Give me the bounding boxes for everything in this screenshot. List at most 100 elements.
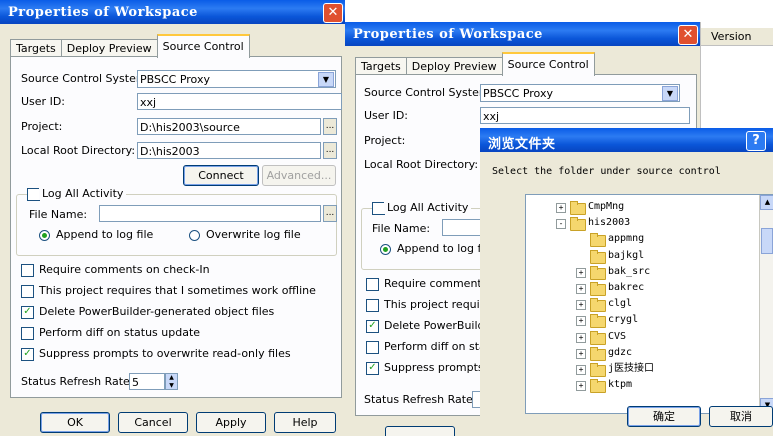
append-radio[interactable] <box>380 244 391 255</box>
option-label: Perform diff on status update <box>39 326 201 339</box>
tree-item[interactable]: + ktpm <box>526 377 756 394</box>
source-control-system-select[interactable]: PBSCC Proxy ▼ <box>137 70 336 88</box>
tree-scrollbar[interactable]: ▲ ▼ <box>759 195 773 413</box>
tab-source-control[interactable]: Source Control <box>156 34 250 58</box>
expand-toggle-icon[interactable]: + <box>576 381 586 392</box>
tree-item[interactable]: + j医技接口 <box>526 361 756 377</box>
option-label: Suppress prompts t <box>384 361 492 374</box>
append-radio[interactable] <box>39 230 50 241</box>
option-label: Delete PowerBuilder-generated object fil… <box>39 305 275 318</box>
option-checkbox[interactable]: ✓ <box>21 348 34 361</box>
expand-toggle-icon[interactable]: + <box>576 316 586 327</box>
apply-button[interactable]: Apply <box>196 412 266 433</box>
option-label: This project requires that I sometimes w… <box>39 284 316 297</box>
tree-item-label: gdzc <box>608 346 633 358</box>
option-checkbox[interactable] <box>21 327 34 340</box>
folder-tree[interactable]: + CmpMng - his2003 appmng bajkgl + bak_src + bakr… <box>525 194 773 414</box>
title-bar[interactable]: Properties of Workspace <box>345 22 700 46</box>
tree-item[interactable]: + CVS <box>526 329 756 345</box>
expand-toggle-icon[interactable]: + <box>556 203 566 213</box>
folder-icon <box>590 265 606 280</box>
scroll-up-button[interactable]: ▲ <box>760 195 773 210</box>
expand-toggle-icon[interactable]: + <box>576 300 586 311</box>
option-label: Require comments on check-In <box>39 263 210 276</box>
chevron-down-icon[interactable]: ▼ <box>318 72 334 87</box>
option-checkbox[interactable] <box>21 285 34 298</box>
user-id-input[interactable]: xxj <box>137 93 342 110</box>
option-label: Delete PowerBuilde <box>384 319 492 332</box>
expand-toggle-icon[interactable]: + <box>576 332 586 343</box>
option-checkbox[interactable]: ✓ <box>366 362 379 375</box>
advanced-button[interactable]: Advanced... <box>262 165 336 186</box>
connect-button[interactable]: Connect <box>183 165 259 186</box>
expand-toggle-icon[interactable]: + <box>576 267 586 278</box>
refresh-spinner[interactable]: ▲ ▼ <box>165 373 178 390</box>
project-input[interactable]: D:\his2003\source <box>137 118 321 135</box>
tree-item[interactable]: + crygl <box>526 312 756 329</box>
scroll-thumb[interactable] <box>761 228 773 254</box>
local-root-label: Local Root Directory: <box>21 144 136 157</box>
local-root-input[interactable]: D:\his2003 <box>137 142 321 159</box>
option-checkbox[interactable] <box>21 264 34 277</box>
tree-item[interactable]: bajkgl <box>526 248 756 264</box>
user-id-label: User ID: <box>21 95 65 108</box>
option-checkbox[interactable] <box>366 299 379 312</box>
version-column-header[interactable]: Version <box>701 28 773 46</box>
file-name-browse-button[interactable]: ... <box>323 205 337 222</box>
option-checkbox[interactable]: ✓ <box>21 306 34 319</box>
source-control-system-select[interactable]: PBSCC Proxy ▼ <box>480 84 680 102</box>
expand-toggle-icon[interactable]: + <box>576 365 586 375</box>
ok-button[interactable]: OK <box>40 412 110 433</box>
cancel-button[interactable]: Cancel <box>118 412 188 433</box>
option-checkbox[interactable] <box>366 278 379 291</box>
tree-item[interactable]: + gdzc <box>526 345 756 361</box>
expand-toggle-icon[interactable]: + <box>576 348 586 359</box>
tree-item-label: bak_src <box>608 265 651 277</box>
folder-icon <box>590 363 606 377</box>
browse-prompt: Select the folder under source control <box>492 166 721 177</box>
tree-item-label: his2003 <box>588 217 631 229</box>
tree-item-label: crygl <box>608 314 639 326</box>
option-label: This project require <box>384 298 491 311</box>
status-refresh-label: Status Refresh Rate: <box>21 375 134 388</box>
file-name-input[interactable] <box>99 205 321 222</box>
ok-button[interactable]: 确定 <box>627 406 701 427</box>
status-refresh-input[interactable]: 5 <box>129 373 165 390</box>
folder-icon <box>590 346 606 361</box>
tree-item[interactable]: appmng <box>526 231 756 248</box>
tree-item[interactable]: + bakrec <box>526 280 756 296</box>
source-control-system-label: Source Control System: <box>364 86 494 99</box>
tab-source-control[interactable]: Source Control <box>501 52 595 76</box>
option-label: Perform diff on stat <box>384 340 491 353</box>
close-button[interactable]: ✕ <box>678 25 698 45</box>
tree-item[interactable]: + CmpMng <box>526 199 756 215</box>
tree-item[interactable]: - his2003 <box>526 215 756 232</box>
option-checkbox[interactable]: ✓ <box>366 320 379 333</box>
option-label: Require comments <box>384 277 488 290</box>
tree-item-label: bajkgl <box>608 249 645 261</box>
tree-item[interactable]: + bak_src <box>526 264 756 280</box>
cancel-button[interactable]: 取消 <box>709 406 773 427</box>
status-refresh-label: Status Refresh Rate: <box>364 393 477 406</box>
log-activity-group <box>16 194 337 256</box>
local-root-browse-button[interactable]: ... <box>323 142 337 159</box>
log-all-activity-label: Log All Activity <box>384 201 472 214</box>
overwrite-radio[interactable] <box>189 230 200 241</box>
chevron-down-icon[interactable]: ▼ <box>662 86 678 101</box>
title-bar[interactable]: Properties of Workspace <box>0 0 345 24</box>
option-checkbox[interactable] <box>366 341 379 354</box>
title-bar[interactable]: 浏览文件夹 <box>480 128 773 152</box>
help-button[interactable]: ? <box>746 131 766 151</box>
folder-icon <box>570 201 586 215</box>
expand-toggle-icon[interactable]: + <box>576 284 586 294</box>
close-button[interactable]: ✕ <box>323 3 343 23</box>
tree-item-label: bakrec <box>608 282 645 293</box>
help-button[interactable]: Help <box>274 412 336 433</box>
tree-item[interactable]: + clgl <box>526 296 756 313</box>
user-id-input[interactable]: xxj <box>480 107 690 124</box>
ok-button[interactable] <box>385 426 455 436</box>
expand-toggle-icon[interactable]: - <box>556 219 566 230</box>
project-browse-button[interactable]: ... <box>323 118 337 135</box>
tree-item-label: CVS <box>608 330 627 342</box>
tree-item-label: appmng <box>608 233 645 245</box>
